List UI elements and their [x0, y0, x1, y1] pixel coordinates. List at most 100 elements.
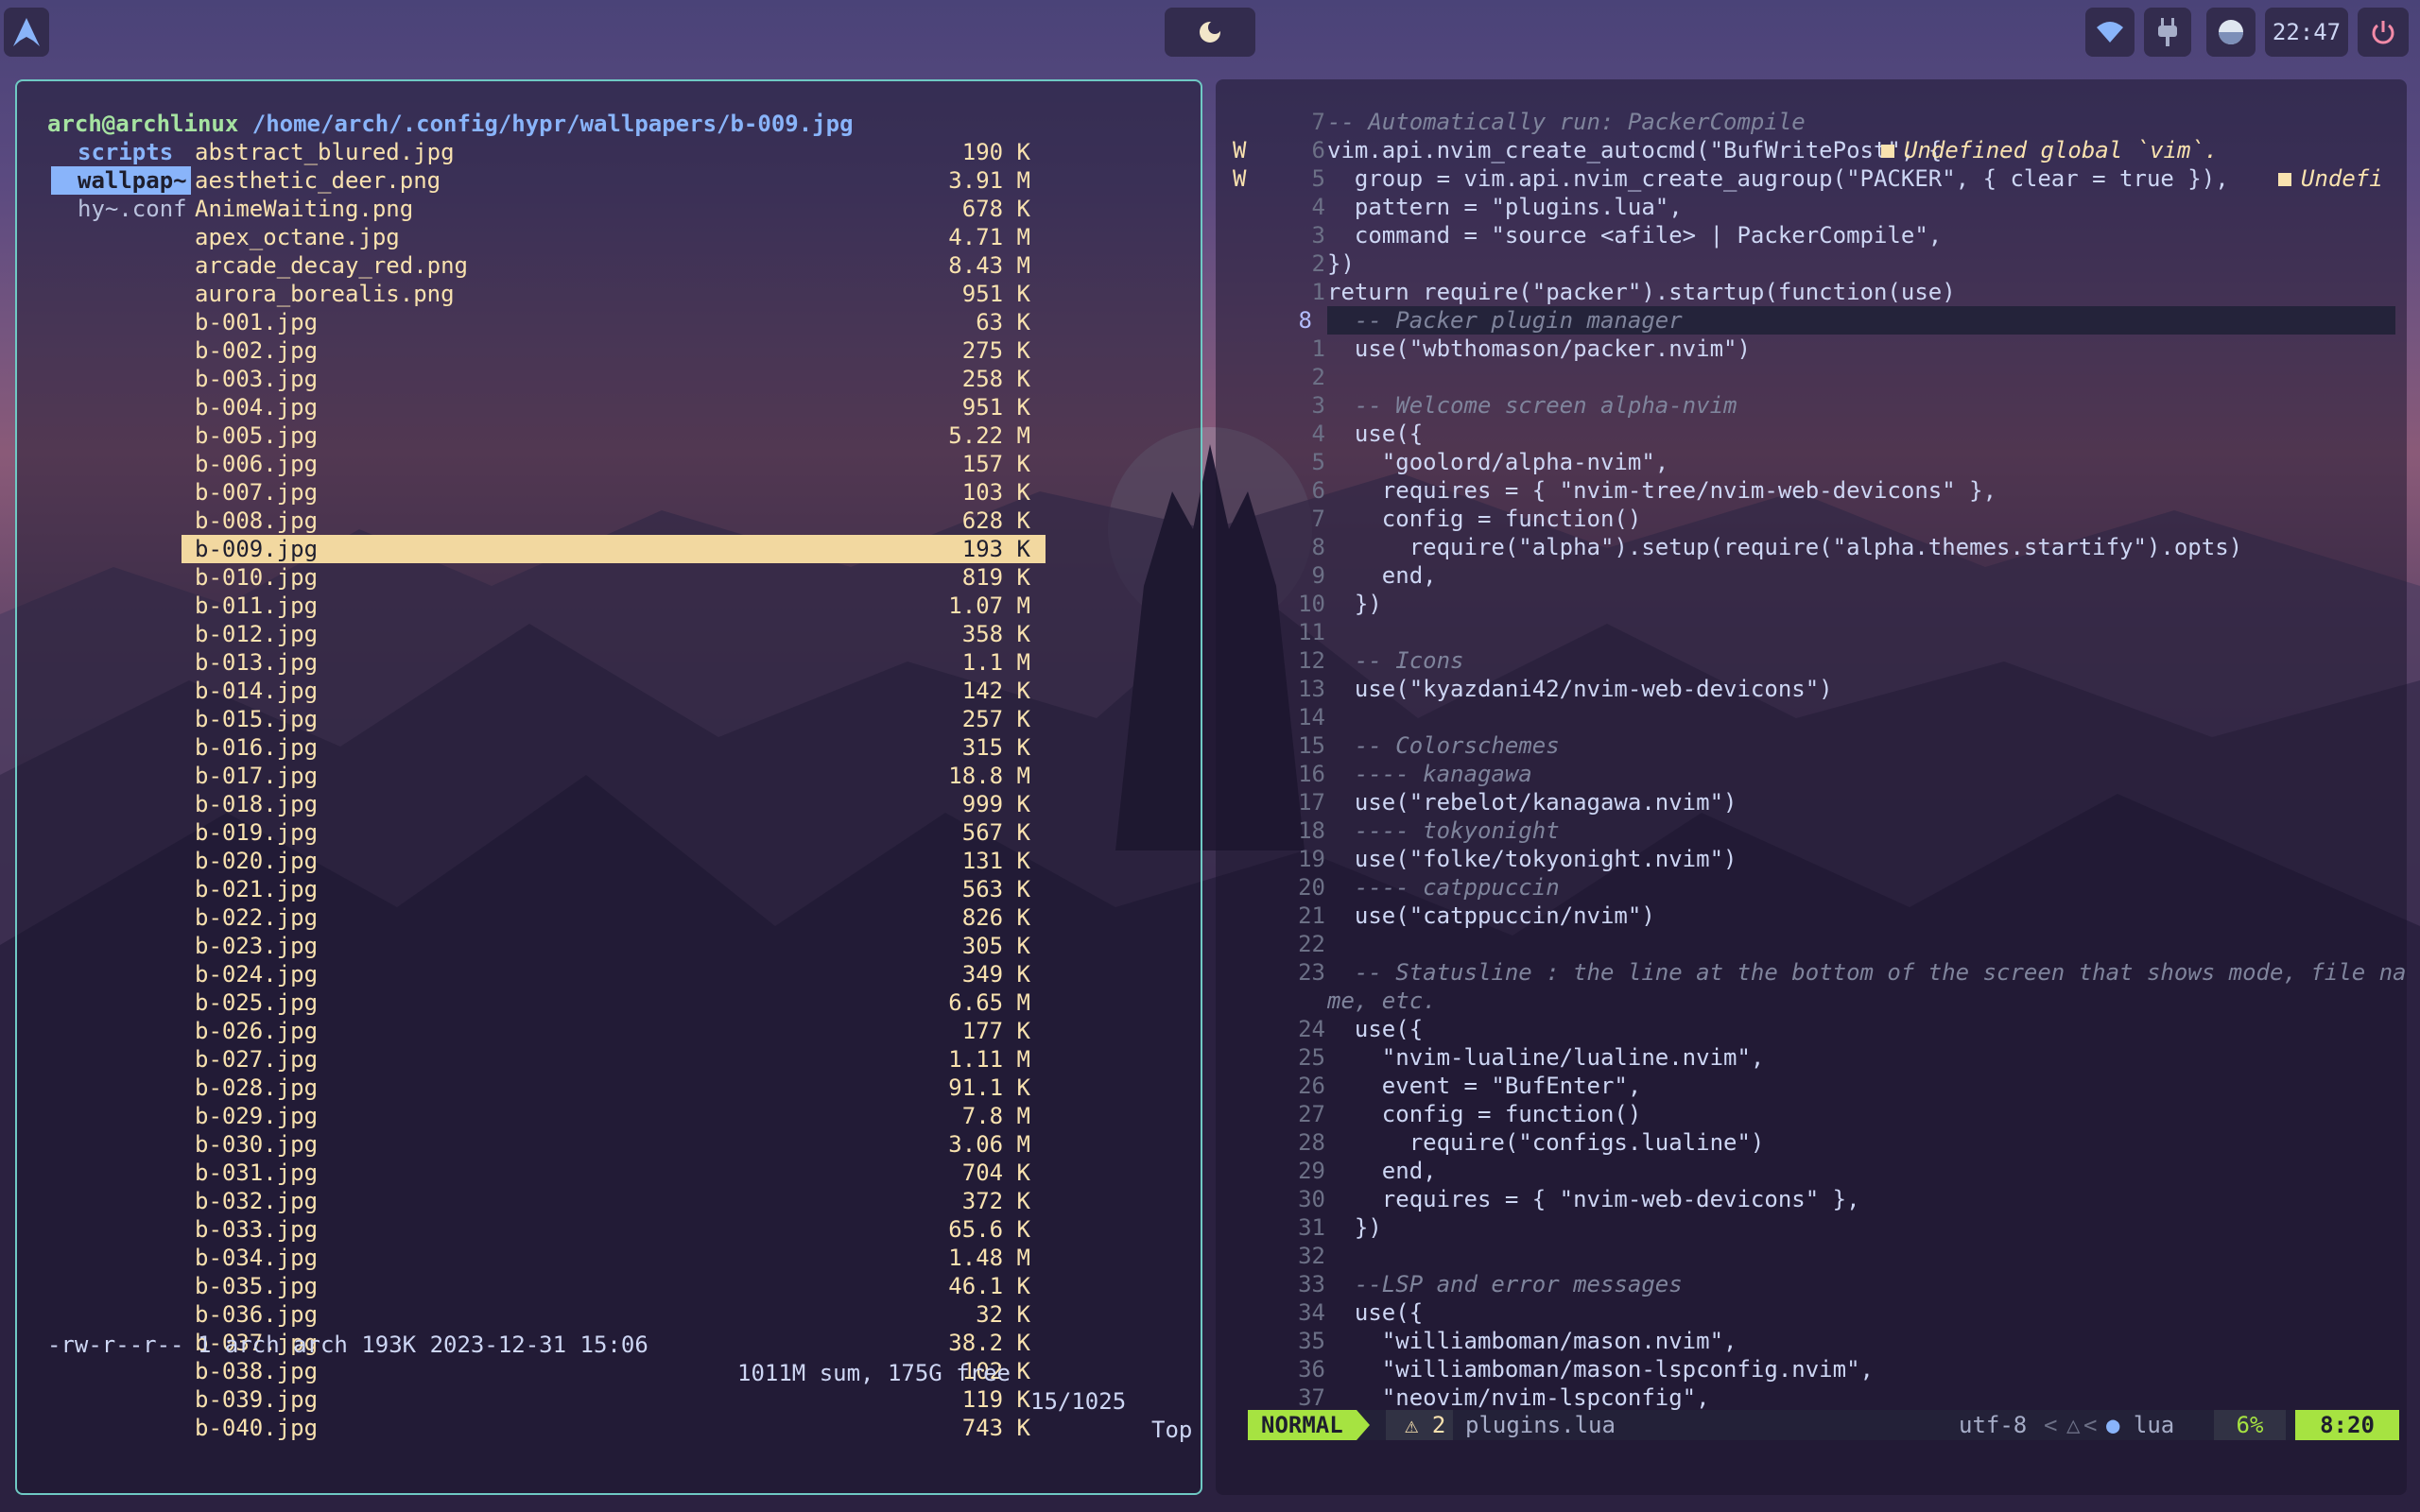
file-row[interactable]: b-034.jpg 1.48 M	[182, 1244, 1046, 1272]
file-row[interactable]: arcade_decay_red.png 8.43 M	[182, 251, 1046, 280]
file-row[interactable]: b-009.jpg 193 K	[182, 535, 1046, 563]
parent-item-scripts[interactable]: scripts	[51, 138, 191, 166]
file-row[interactable]: b-019.jpg 567 K	[182, 818, 1046, 847]
file-row[interactable]: b-005.jpg 5.22 M	[182, 421, 1046, 450]
file-row[interactable]: b-022.jpg 826 K	[182, 903, 1046, 932]
code-line[interactable]: 22	[1229, 930, 2395, 958]
file-row[interactable]: aurora_borealis.png 951 K	[182, 280, 1046, 308]
parent-item-conf[interactable]: hy~.conf	[51, 195, 191, 223]
code-line[interactable]: 24 use({	[1229, 1015, 2395, 1043]
file-row[interactable]: b-010.jpg 819 K	[182, 563, 1046, 592]
file-row[interactable]: b-013.jpg 1.1 M	[182, 648, 1046, 677]
file-row[interactable]: b-024.jpg 349 K	[182, 960, 1046, 988]
code-line[interactable]: 6 requires = { "nvim-tree/nvim-web-devic…	[1229, 476, 2395, 505]
code-line[interactable]: 26 event = "BufEnter",	[1229, 1072, 2395, 1100]
code-line[interactable]: 3 -- Welcome screen alpha-nvim	[1229, 391, 2395, 420]
file-row[interactable]: b-018.jpg 999 K	[182, 790, 1046, 818]
code-line[interactable]: 7 config = function()	[1229, 505, 2395, 533]
file-row[interactable]: b-004.jpg 951 K	[182, 393, 1046, 421]
code-line[interactable]: 8 require("alpha").setup(require("alpha.…	[1229, 533, 2395, 561]
file-row[interactable]: b-028.jpg 91.1 K	[182, 1074, 1046, 1102]
code-line[interactable]: 23 -- Statusline : the line at the botto…	[1229, 958, 2406, 987]
file-row[interactable]: b-002.jpg 275 K	[182, 336, 1046, 365]
file-row[interactable]: b-012.jpg 358 K	[182, 620, 1046, 648]
code-line[interactable]: 8 -- Packer plugin manager	[1229, 306, 2395, 335]
file-row[interactable]: b-021.jpg 563 K	[182, 875, 1046, 903]
code-line[interactable]: 33 --LSP and error messages	[1229, 1270, 2395, 1298]
code-line[interactable]: 4 pattern = "plugins.lua",	[1229, 193, 2395, 221]
file-row[interactable]: b-035.jpg 46.1 K	[182, 1272, 1046, 1300]
file-row[interactable]: b-007.jpg 103 K	[182, 478, 1046, 507]
code-line[interactable]: 3 command = "source <afile> | PackerComp…	[1229, 221, 2395, 249]
file-row[interactable]: b-017.jpg 18.8 M	[182, 762, 1046, 790]
code-line[interactable]: W 6 vim.api.nvim_create_autocmd("BufWriteP…	[1229, 136, 2395, 164]
workspace-moon-button[interactable]	[1165, 8, 1255, 57]
code-line[interactable]: 36 "williamboman/mason-lspconfig.nvim",	[1229, 1355, 2395, 1383]
code-line[interactable]: 37 "neovim/nvim-lspconfig",	[1229, 1383, 2395, 1412]
code-buffer[interactable]: 7 -- Automatically run: PackerCompile W 6 vi…	[1229, 108, 2407, 1412]
code-line[interactable]: 15 -- Colorschemes	[1229, 731, 2395, 760]
code-line[interactable]: 4 use({	[1229, 420, 2395, 448]
code-line[interactable]: 20 ---- catppuccin	[1229, 873, 2395, 902]
file-row[interactable]: aesthetic_deer.png 3.91 M	[182, 166, 1046, 195]
file-row[interactable]: b-026.jpg 177 K	[182, 1017, 1046, 1045]
code-line[interactable]: 30 requires = { "nvim-web-devicons" },	[1229, 1185, 2395, 1213]
code-line[interactable]: 29 end,	[1229, 1157, 2395, 1185]
file-row[interactable]: b-006.jpg 157 K	[182, 450, 1046, 478]
file-row[interactable]: b-015.jpg 257 K	[182, 705, 1046, 733]
code-line[interactable]: 2})	[1229, 249, 2395, 278]
code-line[interactable]: 11	[1229, 618, 2395, 646]
file-row[interactable]: b-033.jpg 65.6 K	[182, 1215, 1046, 1244]
file-row[interactable]: b-025.jpg 6.65 M	[182, 988, 1046, 1017]
wifi-button[interactable]	[2085, 8, 2135, 57]
power-button[interactable]	[2358, 8, 2409, 57]
code-line[interactable]: 1 use("wbthomason/packer.nvim")	[1229, 335, 2395, 363]
code-line[interactable]: 1 return require("packer").startup(functi…	[1229, 278, 2395, 306]
file-row[interactable]: b-020.jpg 131 K	[182, 847, 1046, 875]
code-line[interactable]: 14	[1229, 703, 2395, 731]
code-line[interactable]: 32	[1229, 1242, 2395, 1270]
file-row[interactable]: b-001.jpg 63 K	[182, 308, 1046, 336]
code-line[interactable]: 19 use("folke/tokyonight.nvim")	[1229, 845, 2395, 873]
code-line[interactable]: W 5 group = vim.api.nvim_create_augroup("…	[1229, 164, 2395, 193]
file-row[interactable]: abstract_blured.jpg 190 K	[182, 138, 1046, 166]
code-line[interactable]: 28 require("configs.lualine")	[1229, 1128, 2395, 1157]
code-line[interactable]: 31 })	[1229, 1213, 2395, 1242]
power-source-button[interactable]	[2144, 8, 2191, 57]
code-line[interactable]: 5 "goolord/alpha-nvim",	[1229, 448, 2395, 476]
file-row[interactable]: b-003.jpg 258 K	[182, 365, 1046, 393]
code-line[interactable]: 16 ---- kanagawa	[1229, 760, 2395, 788]
code-line[interactable]: 35 "williamboman/mason.nvim",	[1229, 1327, 2395, 1355]
code-line[interactable]: 7 -- Automatically run: PackerCompile	[1229, 108, 2395, 136]
code-line[interactable]: me, etc.	[1229, 987, 2395, 1015]
code-line[interactable]: 12 -- Icons	[1229, 646, 2395, 675]
file-row[interactable]: b-011.jpg 1.07 M	[182, 592, 1046, 620]
code-line[interactable]: 34 use({	[1229, 1298, 2395, 1327]
code-line[interactable]: 18 ---- tokyonight	[1229, 816, 2395, 845]
code-line[interactable]: 21 use("catppuccin/nvim")	[1229, 902, 2395, 930]
code-line[interactable]: 2	[1229, 363, 2395, 391]
file-row[interactable]: b-008.jpg 628 K	[182, 507, 1046, 535]
file-row[interactable]: b-027.jpg 1.11 M	[182, 1045, 1046, 1074]
file-size: 372 K	[961, 1188, 1030, 1214]
code-line[interactable]: 17 use("rebelot/kanagawa.nvim")	[1229, 788, 2395, 816]
file-row[interactable]: b-014.jpg 142 K	[182, 677, 1046, 705]
file-manager-window[interactable]: arch@archlinux /home/arch/.config/hypr/w…	[15, 79, 1202, 1495]
file-row[interactable]: apex_octane.jpg 4.71 M	[182, 223, 1046, 251]
file-row[interactable]: b-032.jpg 372 K	[182, 1187, 1046, 1215]
parent-item-wallpapers[interactable]: wallpap~	[51, 166, 191, 195]
arch-logo-icon[interactable]	[4, 8, 49, 57]
code-line[interactable]: 25 "nvim-lualine/lualine.nvim",	[1229, 1043, 2395, 1072]
file-row[interactable]: AnimeWaiting.png 678 K	[182, 195, 1046, 223]
file-row[interactable]: b-023.jpg 305 K	[182, 932, 1046, 960]
file-row[interactable]: b-030.jpg 3.06 M	[182, 1130, 1046, 1159]
file-row[interactable]: b-016.jpg 315 K	[182, 733, 1046, 762]
code-line[interactable]: 27 config = function()	[1229, 1100, 2395, 1128]
code-line[interactable]: 13 use("kyazdani42/nvim-web-devicons")	[1229, 675, 2395, 703]
file-row[interactable]: b-029.jpg 7.8 M	[182, 1102, 1046, 1130]
brightness-button[interactable]	[2206, 8, 2256, 57]
editor-window[interactable]: 7 -- Automatically run: PackerCompile W 6 vi…	[1216, 79, 2407, 1495]
file-row[interactable]: b-031.jpg 704 K	[182, 1159, 1046, 1187]
code-line[interactable]: 9 end,	[1229, 561, 2395, 590]
code-line[interactable]: 10 })	[1229, 590, 2395, 618]
